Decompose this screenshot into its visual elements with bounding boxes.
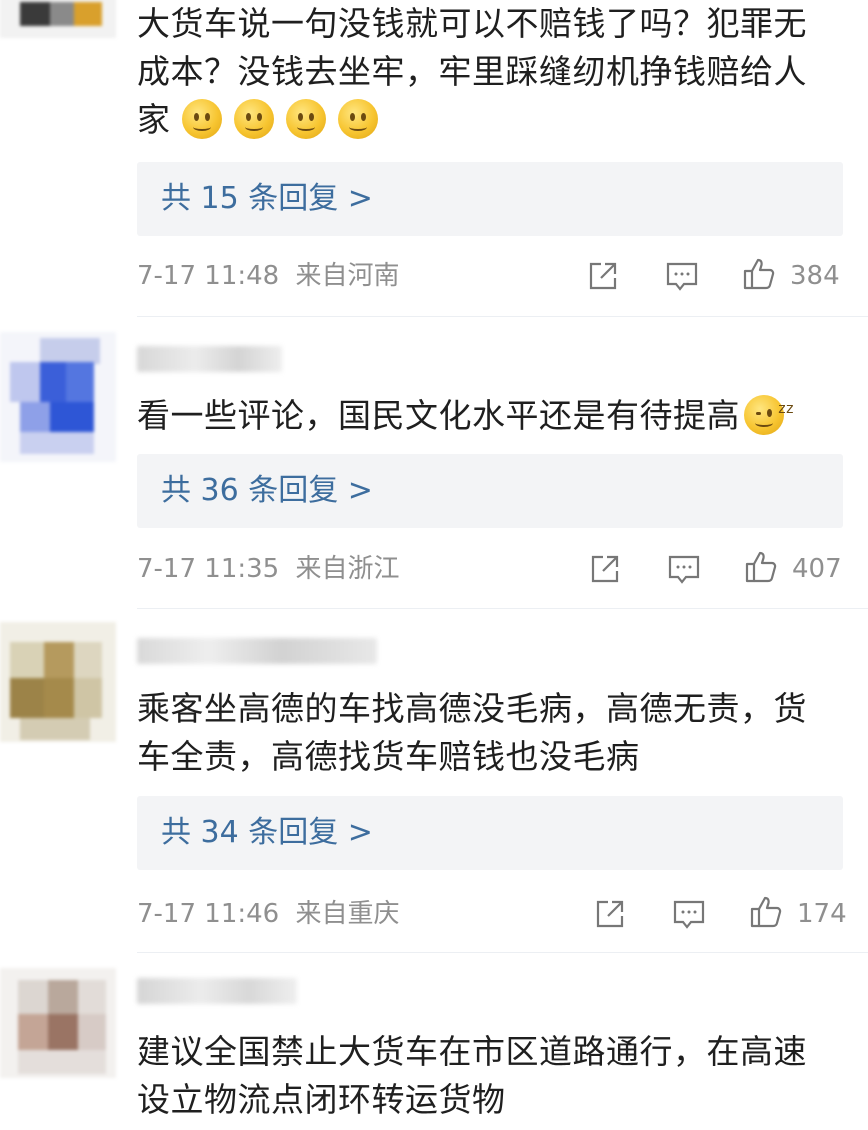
comment-text-line: 车全责，高德找货车赔钱也没毛病: [137, 737, 640, 776]
comment-text: 乘客坐高德的车找高德没毛病，高德无责，货 车全责，高德找货车赔钱也没毛病: [137, 685, 847, 781]
comment-text-line: 乘客坐高德的车找高德没毛病，高德无责，货: [137, 689, 807, 728]
reply-count-label: 共 34 条回复 >: [161, 815, 373, 850]
comment-text-line: 建议全国禁止大货车在市区道路通行，在高速: [137, 1032, 807, 1071]
username[interactable]: [137, 638, 377, 664]
comment-item: 大货车说一句没钱就可以不赔钱了吗？犯罪无 成本？没钱去坐牢，牢里踩缝纫机挣钱赔给…: [0, 0, 868, 318]
username[interactable]: [137, 346, 282, 372]
comment-text-line: 大货车说一句没钱就可以不赔钱了吗？犯罪无: [137, 4, 807, 43]
divider: [137, 316, 868, 317]
comment-meta: 7-17 11:46 来自重庆: [137, 898, 399, 930]
comment-item: 看一些评论，国民文化水平还是有待提高 zz 共 36 条回复 > 7-17 11:…: [0, 318, 868, 610]
comment-time: 7-17 11:48: [137, 261, 280, 291]
thumbs-up-icon[interactable]: [741, 256, 777, 292]
reply-summary-button[interactable]: 共 36 条回复 >: [137, 454, 843, 528]
share-icon[interactable]: [587, 551, 623, 587]
avatar[interactable]: [0, 968, 116, 1078]
reply-count-label: 共 15 条回复 >: [161, 181, 373, 216]
comment-text-line: 成本？没钱去坐牢，牢里踩缝纫机挣钱赔给人: [137, 52, 807, 91]
thumbs-up-icon[interactable]: [748, 894, 784, 930]
comment-text: 看一些评论，国民文化水平还是有待提高 zz: [137, 392, 847, 440]
smug-emoji: zz: [744, 395, 794, 435]
comment-icon[interactable]: [666, 551, 702, 587]
avatar[interactable]: [0, 332, 116, 462]
reply-summary-button[interactable]: 共 34 条回复 >: [137, 796, 843, 870]
divider: [137, 952, 868, 953]
like-count: 384: [790, 261, 840, 291]
thumbs-up-icon[interactable]: [743, 549, 779, 585]
comment-icon[interactable]: [664, 258, 700, 294]
avatar[interactable]: [0, 622, 116, 742]
comment-location: 来自河南: [295, 261, 400, 291]
comment-item: 乘客坐高德的车找高德没毛病，高德无责，货 车全责，高德找货车赔钱也没毛病 共 3…: [0, 610, 868, 954]
smile-emoji: [233, 99, 274, 139]
comment-text: 大货车说一句没钱就可以不赔钱了吗？犯罪无 成本？没钱去坐牢，牢里踩缝纫机挣钱赔给…: [137, 0, 847, 144]
smile-emoji: [285, 99, 326, 139]
smile-emoji: [181, 99, 222, 139]
like-count: 407: [792, 554, 842, 584]
reply-count-label: 共 36 条回复 >: [161, 473, 373, 508]
comment-icon[interactable]: [671, 896, 707, 932]
smile-emoji: [337, 99, 378, 139]
share-icon[interactable]: [585, 258, 621, 294]
reply-summary-button[interactable]: 共 15 条回复 >: [137, 162, 843, 236]
comment-item: 建议全国禁止大货车在市区道路通行，在高速 设立物流点闭环转运货物: [0, 954, 868, 1130]
username[interactable]: [137, 978, 297, 1004]
comment-meta: 7-17 11:48 来自河南: [137, 260, 399, 292]
comment-time: 7-17 11:46: [137, 899, 280, 929]
avatar[interactable]: [0, 0, 116, 38]
share-icon[interactable]: [592, 896, 628, 932]
like-count: 174: [797, 899, 847, 929]
comment-location: 来自浙江: [295, 554, 400, 584]
comment-location: 来自重庆: [295, 899, 400, 929]
comment-text-line: 家: [137, 96, 847, 144]
comment-meta: 7-17 11:35 来自浙江: [137, 553, 399, 585]
comment-text: 建议全国禁止大货车在市区道路通行，在高速 设立物流点闭环转运货物: [137, 1028, 847, 1124]
comment-text-line: 看一些评论，国民文化水平还是有待提高 zz: [137, 395, 794, 435]
comment-time: 7-17 11:35: [137, 554, 280, 584]
divider: [137, 608, 868, 609]
comment-text-line: 设立物流点闭环转运货物: [137, 1080, 506, 1119]
